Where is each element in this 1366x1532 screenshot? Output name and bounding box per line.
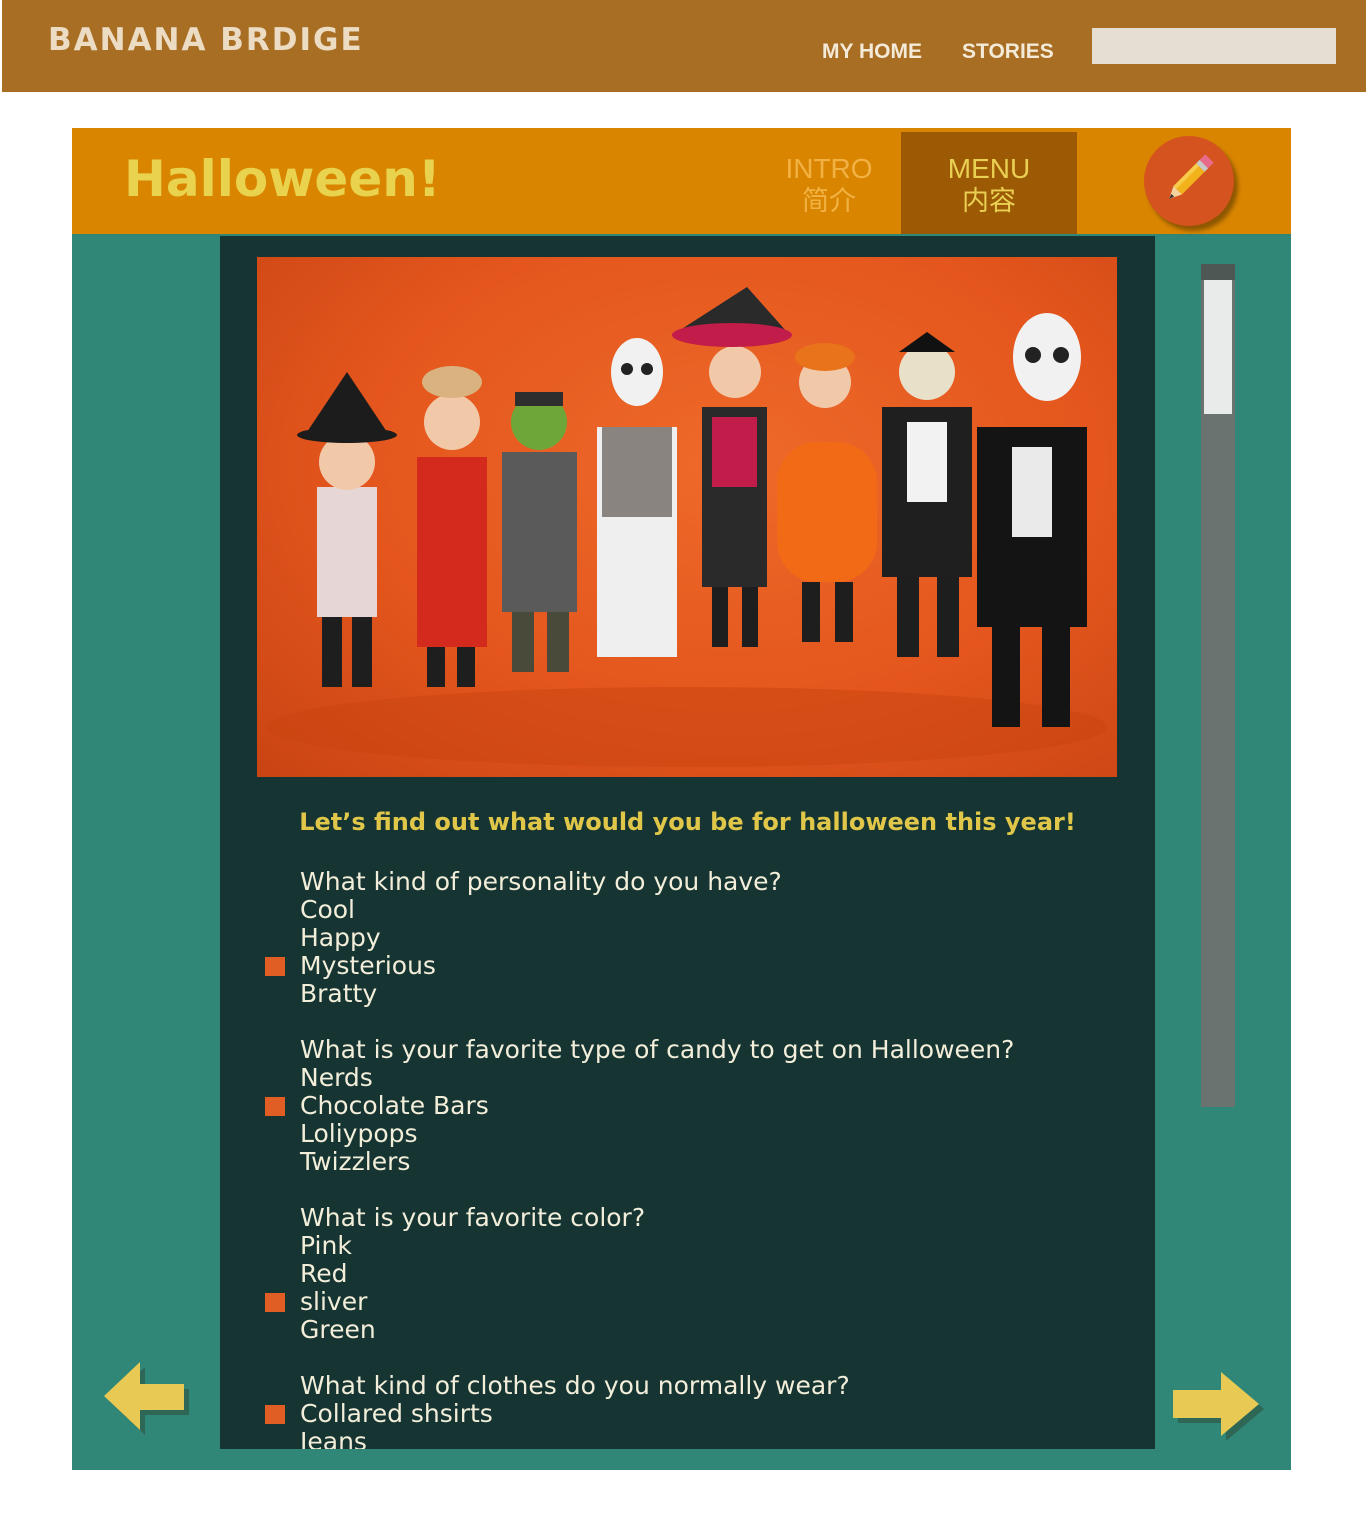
answer-option[interactable]: Cool <box>300 896 1140 924</box>
answer-option[interactable]: Happy <box>300 924 1140 952</box>
answer-option[interactable]: Red <box>300 1260 1140 1288</box>
pencil-icon <box>1169 154 1214 199</box>
question-block: What is your favorite type of candy to g… <box>265 1035 1140 1176</box>
halloween-kids-photo <box>257 257 1117 777</box>
answer-option[interactable]: Chocolate Bars <box>265 1092 1140 1120</box>
answer-option[interactable]: sliver <box>265 1288 1140 1316</box>
top-nav-bar: BANANA BRDIGE MY HOME STORIES <box>2 0 1366 92</box>
arrow-left-icon <box>104 1362 189 1435</box>
question-text: What is your favorite type of candy to g… <box>300 1035 1015 1064</box>
answer-option[interactable]: Loliypops <box>300 1120 1140 1148</box>
selected-marker <box>265 1405 285 1424</box>
answer-option[interactable]: Nerds <box>300 1064 1140 1092</box>
story-panel: Halloween! INTRO 简介 MENU 内容 Let’s find o… <box>72 128 1291 1470</box>
scrollbar-thumb[interactable] <box>1204 280 1232 414</box>
edit-button[interactable] <box>1144 136 1234 226</box>
quiz-intro: Let’s find out what would you be for hal… <box>299 808 1076 836</box>
quiz-questions: What kind of personality do you have? Co… <box>265 867 1140 1450</box>
tab-menu-label: MENU <box>947 153 1031 184</box>
costume-group-illustration <box>267 287 1107 767</box>
tab-intro[interactable]: INTRO 简介 <box>741 132 917 234</box>
tab-menu-label-zh: 内容 <box>962 186 1016 217</box>
answer-option[interactable]: Mysterious <box>265 952 1140 980</box>
content-area: Let’s find out what would you be for hal… <box>220 236 1155 1449</box>
nav-stories[interactable]: STORIES <box>962 40 1054 64</box>
scrollbar-cap <box>1201 264 1235 280</box>
nav-my-home[interactable]: MY HOME <box>822 40 922 64</box>
next-page-button[interactable] <box>1169 1368 1269 1452</box>
answer-option[interactable]: Jeans <box>300 1428 1140 1450</box>
search-input[interactable] <box>1092 28 1336 64</box>
answer-option[interactable]: Bratty <box>300 980 1140 1008</box>
tab-intro-label-zh: 简介 <box>802 186 856 217</box>
selected-marker <box>265 1293 285 1312</box>
answer-option[interactable]: Twizzlers <box>300 1148 1140 1176</box>
selected-marker <box>265 1097 285 1116</box>
question-text: What is your favorite color? <box>300 1203 646 1232</box>
page-title: Halloween! <box>124 150 441 208</box>
question-block: What kind of personality do you have? Co… <box>265 867 1140 1008</box>
site-logo[interactable]: BANANA BRDIGE <box>48 22 364 58</box>
prev-page-button[interactable] <box>100 1358 190 1442</box>
question-block: What is your favorite color? Pink Red sl… <box>265 1203 1140 1344</box>
tab-intro-label: INTRO <box>785 153 873 184</box>
question-text: What kind of clothes do you normally wea… <box>300 1371 850 1400</box>
answer-option[interactable]: Green <box>300 1316 1140 1344</box>
tab-menu[interactable]: MENU 内容 <box>901 132 1077 234</box>
scrollbar[interactable] <box>1201 264 1235 1107</box>
question-text: What kind of personality do you have? <box>300 867 782 896</box>
answer-option[interactable]: Collared shsirts <box>265 1400 1140 1428</box>
question-block: What kind of clothes do you normally wea… <box>265 1371 1140 1450</box>
selected-marker <box>265 957 285 976</box>
arrow-right-icon <box>1173 1372 1264 1441</box>
panel-header: Halloween! INTRO 简介 MENU 内容 <box>72 128 1291 234</box>
answer-option[interactable]: Pink <box>300 1232 1140 1260</box>
